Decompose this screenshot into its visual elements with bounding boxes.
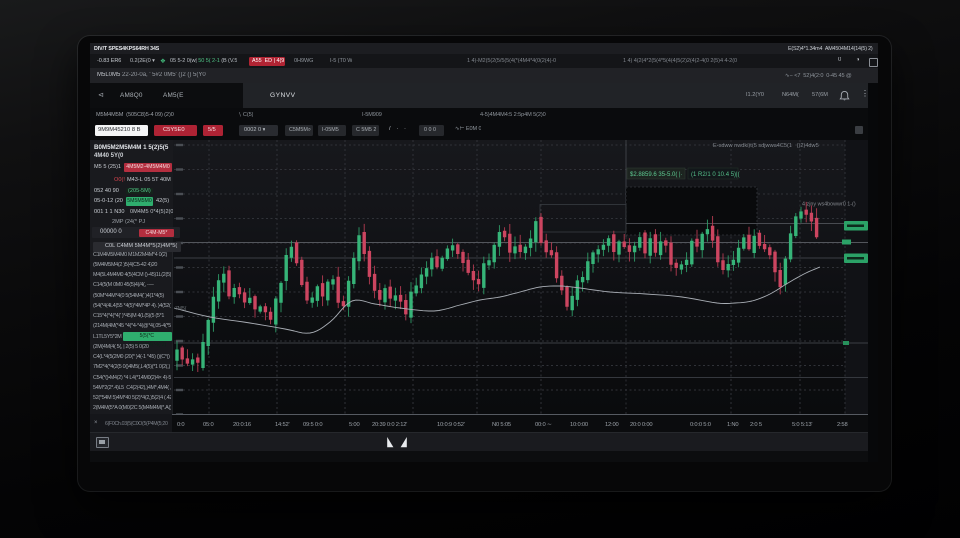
svg-text:E-sdww nwdki)t(5 sdjwwa4C5(1: E-sdww nwdki)t(5 sdjwwa4C5(1 ()2)4dw5 [713, 143, 819, 149]
svg-text:(1 R2/1 0 10.4 5)|(: (1 R2/1 0 10.4 5)|( [691, 172, 740, 178]
svg-text:7M5(: 7M5( [175, 306, 187, 312]
svg-text:$2.8859.6 35-5.0( |·: $2.8859.6 35-5.0( |· [630, 172, 683, 178]
svg-text:4 zjny ws4bowwr0 1-(): 4 zjny ws4bowwr0 1-() [802, 202, 856, 208]
